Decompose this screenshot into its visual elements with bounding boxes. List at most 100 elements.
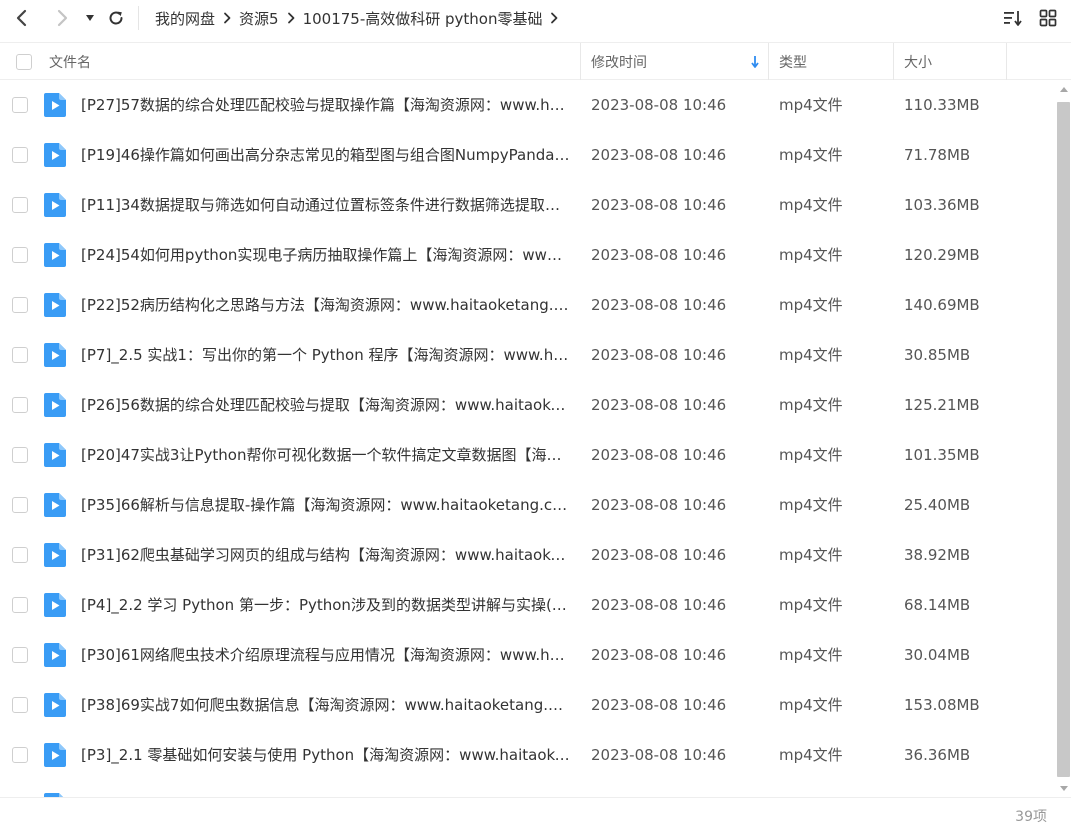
file-name: [P19]46操作篇如何画出高分杂志常见的箱型图与组合图NumpyPandas【… bbox=[81, 146, 571, 164]
row-checkbox[interactable] bbox=[12, 447, 28, 463]
vertical-scrollbar[interactable] bbox=[1056, 80, 1071, 797]
modified-time: 2023-08-08 10:46 bbox=[591, 546, 727, 564]
refresh-button[interactable] bbox=[104, 6, 128, 30]
status-bar: 39项 bbox=[0, 797, 1071, 828]
file-row[interactable]: [P26]56数据的综合处理匹配校验与提取【海淘资源网：www.haitaoke… bbox=[0, 380, 1056, 430]
file-size: 30.04MB bbox=[904, 646, 971, 664]
video-file-icon bbox=[44, 693, 66, 717]
file-type: mp4文件 bbox=[779, 246, 843, 264]
video-file-icon bbox=[44, 643, 66, 667]
row-checkbox[interactable] bbox=[12, 747, 28, 763]
header-size[interactable]: 大小 bbox=[904, 43, 932, 80]
sort-desc-icon bbox=[750, 43, 760, 80]
file-row[interactable]: [P19]46操作篇如何画出高分杂志常见的箱型图与组合图NumpyPandas【… bbox=[0, 130, 1056, 180]
file-row[interactable]: [P35]66解析与信息提取-操作篇【海淘资源网：www.haitaoketan… bbox=[0, 480, 1056, 530]
file-size: 25.40MB bbox=[904, 496, 971, 514]
video-file-icon bbox=[44, 243, 66, 267]
file-size: 140.69MB bbox=[904, 296, 980, 314]
column-divider[interactable] bbox=[768, 43, 769, 80]
header-modified[interactable]: 修改时间 bbox=[591, 43, 647, 80]
column-divider[interactable] bbox=[893, 43, 894, 80]
file-type: mp4文件 bbox=[779, 296, 843, 314]
modified-time: 2023-08-08 10:46 bbox=[591, 246, 727, 264]
file-row[interactable]: [P31]62爬虫基础学习网页的组成与结构【海淘资源网：www.haitaoke… bbox=[0, 530, 1056, 580]
sort-button[interactable] bbox=[1002, 7, 1024, 29]
column-divider[interactable] bbox=[1006, 43, 1007, 80]
file-name: [P20]47实战3让Python帮你可视化数据一个软件搞定文章数据图【海淘资源… bbox=[81, 446, 571, 464]
row-checkbox[interactable] bbox=[12, 647, 28, 663]
file-row[interactable]: [P20]47实战3让Python帮你可视化数据一个软件搞定文章数据图【海淘资源… bbox=[0, 430, 1056, 480]
file-size: 101.35MB bbox=[904, 446, 980, 464]
modified-time: 2023-08-08 10:46 bbox=[591, 746, 727, 764]
row-checkbox[interactable] bbox=[12, 547, 28, 563]
view-mode-button[interactable] bbox=[1037, 7, 1059, 29]
history-dropdown-button[interactable] bbox=[78, 6, 102, 30]
file-type: mp4文件 bbox=[779, 146, 843, 164]
file-row[interactable]: [P3]_2.1 零基础如何安装与使用 Python【海淘资源网：www.hai… bbox=[0, 730, 1056, 780]
file-name: [P26]56数据的综合处理匹配校验与提取【海淘资源网：www.haitaoke… bbox=[81, 396, 571, 414]
file-type: mp4文件 bbox=[779, 496, 843, 514]
row-checkbox[interactable] bbox=[12, 347, 28, 363]
file-row[interactable]: [P22]52病历结构化之思路与方法【海淘资源网：www.haitaoketan… bbox=[0, 280, 1056, 330]
file-name: [P38]69实战7如何爬虫数据信息【海淘资源网：www.haitaoketan… bbox=[81, 696, 571, 714]
file-size: 30.85MB bbox=[904, 346, 971, 364]
chevron-right-icon[interactable] bbox=[542, 12, 566, 24]
modified-time: 2023-08-08 10:46 bbox=[591, 146, 727, 164]
scroll-up-arrow[interactable] bbox=[1056, 80, 1071, 98]
video-file-icon bbox=[44, 743, 66, 767]
back-button[interactable] bbox=[10, 6, 34, 30]
breadcrumb: 我的网盘 资源5 100175-高效做科研 python零基础 bbox=[155, 0, 566, 36]
video-file-icon bbox=[44, 193, 66, 217]
header-type[interactable]: 类型 bbox=[779, 43, 807, 80]
breadcrumb-item-current[interactable]: 100175-高效做科研 python零基础 bbox=[303, 8, 543, 29]
video-file-icon bbox=[44, 93, 66, 117]
header-name[interactable]: 文件名 bbox=[49, 43, 91, 80]
file-row[interactable]: [P30]61网络爬虫技术介绍原理流程与应用情况【海淘资源网：www.haita… bbox=[0, 630, 1056, 680]
file-type: mp4文件 bbox=[779, 546, 843, 564]
file-row[interactable]: [P24]54如何用python实现电子病历抽取操作篇上【海淘资源网：www.h… bbox=[0, 230, 1056, 280]
file-row[interactable]: [P11]34数据提取与筛选如何自动通过位置标签条件进行数据筛选提取【海淘资源网… bbox=[0, 180, 1056, 230]
file-row[interactable]: [P7]_2.5 实战1：写出你的第一个 Python 程序【海淘资源网：www… bbox=[0, 330, 1056, 380]
row-checkbox[interactable] bbox=[12, 297, 28, 313]
row-checkbox[interactable] bbox=[12, 397, 28, 413]
refresh-icon bbox=[109, 11, 123, 25]
file-row[interactable]: [P38]69实战7如何爬虫数据信息【海淘资源网：www.haitaoketan… bbox=[0, 680, 1056, 730]
forward-button[interactable] bbox=[50, 6, 74, 30]
breadcrumb-item-resource[interactable]: 资源5 bbox=[239, 8, 279, 29]
file-row[interactable]: [P4]_2.2 学习 Python 第一步：Python涉及到的数据类型讲解与… bbox=[0, 580, 1056, 630]
row-checkbox[interactable] bbox=[12, 597, 28, 613]
row-checkbox[interactable] bbox=[12, 497, 28, 513]
video-file-icon bbox=[44, 343, 66, 367]
file-type: mp4文件 bbox=[779, 696, 843, 714]
modified-time: 2023-08-08 10:46 bbox=[591, 296, 727, 314]
row-checkbox[interactable] bbox=[12, 697, 28, 713]
column-header: 文件名 修改时间 类型 大小 bbox=[0, 42, 1071, 80]
file-size: 38.92MB bbox=[904, 546, 971, 564]
file-name: [P3]_2.1 零基础如何安装与使用 Python【海淘资源网：www.hai… bbox=[81, 746, 571, 764]
file-size: 110.33MB bbox=[904, 96, 980, 114]
file-name: [P7]_2.5 实战1：写出你的第一个 Python 程序【海淘资源网：www… bbox=[81, 346, 571, 364]
row-checkbox[interactable] bbox=[12, 247, 28, 263]
select-all-checkbox[interactable] bbox=[16, 53, 32, 70]
chevron-left-icon bbox=[16, 9, 27, 27]
row-checkbox[interactable] bbox=[12, 197, 28, 213]
grid-view-icon bbox=[1039, 9, 1057, 27]
file-row[interactable] bbox=[0, 780, 1056, 797]
modified-time: 2023-08-08 10:46 bbox=[591, 596, 727, 614]
sort-icon bbox=[1004, 11, 1022, 26]
row-checkbox[interactable] bbox=[12, 147, 28, 163]
file-row[interactable]: [P27]57数据的综合处理匹配校验与提取操作篇【海淘资源网：www.haita… bbox=[0, 80, 1056, 130]
file-type: mp4文件 bbox=[779, 646, 843, 664]
column-divider[interactable] bbox=[580, 43, 581, 80]
file-type: mp4文件 bbox=[779, 746, 843, 764]
modified-time: 2023-08-08 10:46 bbox=[591, 96, 727, 114]
file-size: 71.78MB bbox=[904, 146, 971, 164]
scroll-thumb[interactable] bbox=[1057, 102, 1070, 777]
toolbar: 我的网盘 资源5 100175-高效做科研 python零基础 bbox=[0, 0, 1071, 36]
file-size: 153.08MB bbox=[904, 696, 980, 714]
scroll-down-arrow[interactable] bbox=[1056, 779, 1071, 797]
video-file-icon bbox=[44, 293, 66, 317]
file-type: mp4文件 bbox=[779, 396, 843, 414]
breadcrumb-item-root[interactable]: 我的网盘 bbox=[155, 8, 215, 29]
row-checkbox[interactable] bbox=[12, 97, 28, 113]
